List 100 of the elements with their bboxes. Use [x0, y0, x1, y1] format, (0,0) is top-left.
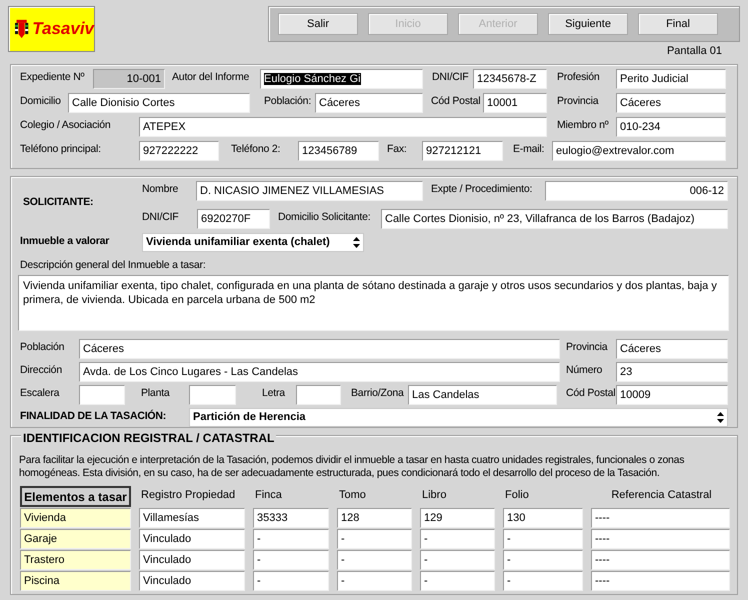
- property-select[interactable]: Vivienda unifamiliar exenta (chalet): [142, 233, 364, 252]
- logo-text: Tasaviv: [32, 19, 94, 39]
- field-label: Población:: [264, 94, 312, 107]
- input-field[interactable]: 23: [616, 362, 728, 382]
- input-field[interactable]: 10-001: [93, 69, 165, 89]
- input-field[interactable]: Cáceres: [315, 93, 423, 113]
- input-field[interactable]: 927212121: [422, 141, 503, 161]
- field-label: Inmueble a valorar: [20, 234, 110, 247]
- section-title: IDENTIFICACION REGISTRAL / CATASTRAL: [21, 431, 276, 445]
- table-cell[interactable]: -: [253, 529, 329, 549]
- field-label: Letra: [262, 386, 286, 399]
- table-cell[interactable]: -: [503, 550, 583, 570]
- table-cell[interactable]: -: [337, 571, 412, 591]
- field-label: Fax:: [387, 142, 408, 155]
- input-field[interactable]: 6920270F: [197, 209, 270, 229]
- field-label: Planta: [141, 386, 171, 399]
- input-field[interactable]: [296, 385, 341, 405]
- input-field[interactable]: Eulogio Sánchez Gi: [260, 69, 423, 89]
- field-label: Provincia: [566, 340, 609, 353]
- field-label: Escalera: [20, 386, 60, 399]
- input-field[interactable]: Perito Judicial: [616, 69, 726, 89]
- input-field[interactable]: D. NICASIO JIMENEZ VILLAMESIAS: [196, 181, 423, 201]
- nav-button[interactable]: Siguiente: [548, 13, 628, 35]
- column-header: Libro: [421, 488, 446, 503]
- table-cell[interactable]: Vivienda: [20, 508, 131, 528]
- field-label: DNI/CIF: [432, 70, 470, 83]
- input-field[interactable]: 10009: [616, 385, 728, 405]
- table-cell[interactable]: -: [420, 529, 495, 549]
- input-field[interactable]: Calle Cortes Dionisio, nº 23, Villafranca de los Barros (Badajoz): [381, 209, 728, 229]
- input-field[interactable]: ATEPEX: [139, 117, 547, 137]
- table-cell[interactable]: 129: [420, 508, 495, 528]
- input-field[interactable]: 006-12: [545, 181, 728, 201]
- input-field[interactable]: 123456789: [298, 141, 379, 161]
- field-label: Autor del Informe: [172, 70, 250, 83]
- input-field[interactable]: 10001: [483, 93, 547, 113]
- column-header: Referencia Catastral: [610, 488, 712, 503]
- input-field[interactable]: [79, 385, 125, 405]
- section-label: SOLICITANTE:: [23, 195, 94, 210]
- spinner-icon[interactable]: [717, 412, 724, 423]
- table-cell[interactable]: Villamesías: [139, 508, 245, 528]
- info-text: Para facilitar la ejecución e interpretación de la Tasación, podemos dividir el inmueble a tasar en hasta cuatro unidades registrales, funcionales o zonas homogéneas. Esta división, en su caso, ha de ser adecuadamente estructurada, pues condicionará todo el desarrollo del proceso de la Tasación.: [19, 454, 686, 480]
- column-header: Tomo: [338, 488, 366, 503]
- table-cell[interactable]: Vinculado: [139, 550, 245, 570]
- description-field[interactable]: Vivienda unifamiliar exenta, tipo chalet, configurada en una planta de sótano destinada a garaje y otros usos secundarios y dos plantas, baja y primera, de vivienda. Ubicada en parcela urbana de 500 m2: [18, 275, 729, 331]
- field-label: Número: [566, 363, 604, 376]
- table-cell[interactable]: ----: [591, 508, 730, 528]
- column-header: Registro Propiedad: [140, 488, 236, 503]
- table-cell[interactable]: -: [420, 571, 495, 591]
- field-label: Expediente Nº: [20, 70, 86, 83]
- table-cell[interactable]: 35333: [253, 508, 329, 528]
- table-cell[interactable]: Garaje: [20, 529, 131, 549]
- field-label: Dirección: [20, 363, 63, 376]
- nav-button[interactable]: Final: [638, 13, 718, 35]
- table-cell[interactable]: -: [253, 550, 329, 570]
- input-field[interactable]: 010-234: [616, 117, 726, 137]
- table-cell[interactable]: -: [503, 571, 583, 591]
- table-cell[interactable]: ----: [591, 529, 730, 549]
- table-cell[interactable]: 128: [337, 508, 412, 528]
- field-label: Cód Postal: [431, 94, 482, 107]
- input-field[interactable]: 927222222: [139, 141, 219, 161]
- input-field[interactable]: Cáceres: [616, 339, 728, 359]
- field-label: Cód Postal: [566, 386, 616, 399]
- table-cell[interactable]: -: [253, 571, 329, 591]
- column-header: Finca: [254, 488, 282, 503]
- field-label: Colegio / Asociación: [20, 118, 112, 131]
- field-label: Miembro nº: [557, 118, 610, 131]
- spinner-icon[interactable]: [353, 237, 360, 248]
- field-label: Nombre: [142, 182, 180, 195]
- table-cell[interactable]: Piscina: [20, 571, 131, 591]
- field-label: Provincia: [557, 94, 600, 107]
- table-cell[interactable]: 130: [503, 508, 583, 528]
- table-cell[interactable]: ----: [591, 571, 730, 591]
- table-cell[interactable]: -: [337, 529, 412, 549]
- input-field[interactable]: [189, 385, 236, 405]
- field-label: FINALIDAD DE LA TASACIÓN:: [20, 408, 168, 422]
- input-field[interactable]: Cáceres: [616, 93, 726, 113]
- input-field[interactable]: eulogio@extrevalor.com: [552, 141, 726, 161]
- field-label: Población: [20, 340, 66, 353]
- table-cell[interactable]: -: [503, 529, 583, 549]
- screen-label: Pantalla 01: [666, 45, 722, 57]
- column-header: Folio: [504, 488, 529, 503]
- column-header[interactable]: Elementos a tasar: [20, 486, 131, 507]
- table-cell[interactable]: -: [337, 550, 412, 570]
- input-field[interactable]: Cáceres: [79, 339, 560, 359]
- input-field[interactable]: Avda. de Los Cinco Lugares - Las Candelas: [79, 362, 560, 382]
- field-label: Barrio/Zona: [351, 386, 405, 399]
- input-field[interactable]: Las Candelas: [408, 385, 557, 405]
- field-label: Teléfono principal:: [20, 142, 102, 155]
- field-label: Teléfono 2:: [231, 142, 282, 155]
- input-field[interactable]: Calle Dionisio Cortes: [68, 93, 250, 113]
- purpose-select[interactable]: Partición de Herencia: [189, 408, 728, 427]
- table-cell[interactable]: Trastero: [20, 550, 131, 570]
- field-label: Domicilio: [20, 94, 62, 107]
- nav-button[interactable]: Salir: [278, 13, 358, 35]
- field-label: DNI/CIF: [142, 210, 180, 223]
- table-cell[interactable]: Vinculado: [139, 571, 245, 591]
- input-field[interactable]: 12345678-Z: [473, 69, 547, 89]
- table-cell[interactable]: -: [420, 550, 495, 570]
- table-cell[interactable]: ----: [591, 550, 730, 570]
- table-cell[interactable]: Vinculado: [139, 529, 245, 549]
